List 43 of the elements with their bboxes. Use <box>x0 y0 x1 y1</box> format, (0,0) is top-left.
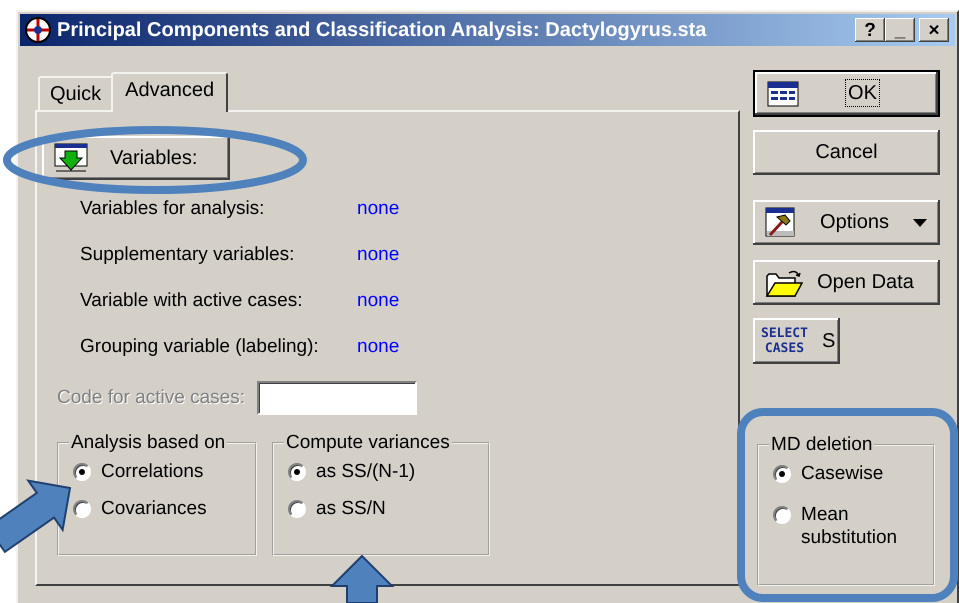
help-button[interactable]: ? <box>855 18 885 42</box>
field-label: Grouping variable (labeling): <box>80 336 320 358</box>
radio-button[interactable] <box>288 500 306 518</box>
radio-button[interactable] <box>773 465 791 483</box>
radio-label: Casewise <box>801 462 884 485</box>
download-icon <box>54 143 88 173</box>
field-value[interactable]: none <box>357 244 400 266</box>
field-label: Supplementary variables: <box>80 244 296 266</box>
ok-button[interactable]: OK <box>755 72 938 115</box>
radio-button[interactable] <box>73 500 91 518</box>
select-cases-button[interactable]: SELECT CASES S <box>753 318 840 364</box>
radio-label: Correlations <box>101 460 204 483</box>
field-value[interactable]: none <box>357 290 400 312</box>
open-button[interactable]: Open Data <box>753 260 940 305</box>
tab[interactable]: Advanced <box>111 72 228 112</box>
select-cases-icon: SELECT CASES <box>761 326 808 356</box>
field-label: Variable with active cases: <box>80 290 304 312</box>
options-button[interactable]: Options <box>753 200 940 245</box>
radio-label: as SS/(N-1) <box>316 460 416 483</box>
close-button[interactable]: × <box>919 18 949 42</box>
app-icon <box>24 16 52 44</box>
radio-button[interactable] <box>73 463 91 481</box>
field-value[interactable]: none <box>357 336 400 358</box>
cancel-button[interactable]: Cancel <box>753 130 940 175</box>
tab[interactable]: Quick <box>38 76 114 110</box>
radio-button[interactable] <box>288 463 306 481</box>
pointer-arrow <box>330 554 394 603</box>
group-title: Compute variances <box>285 432 451 454</box>
group-title: Analysis based on <box>70 432 226 454</box>
minimize-button[interactable]: _ <box>885 18 915 42</box>
window-title: Principal Components and Classification Analysis: Dactylogyrus.sta <box>57 18 708 42</box>
radio-label: Covariances <box>101 497 207 520</box>
group-title: MD deletion <box>770 434 874 456</box>
hammer-icon <box>765 206 797 238</box>
variables-button[interactable]: Variables: <box>42 136 230 180</box>
field-value[interactable]: none <box>357 198 400 220</box>
radio-button[interactable] <box>773 506 791 524</box>
field-label: Variables for analysis: <box>80 198 266 220</box>
table-icon <box>767 80 799 106</box>
radio-label: as SS/N <box>316 497 386 520</box>
caret-icon <box>912 218 928 228</box>
field-label: Code for active cases: <box>57 387 245 409</box>
radio-label: Mean substitution <box>801 503 898 549</box>
